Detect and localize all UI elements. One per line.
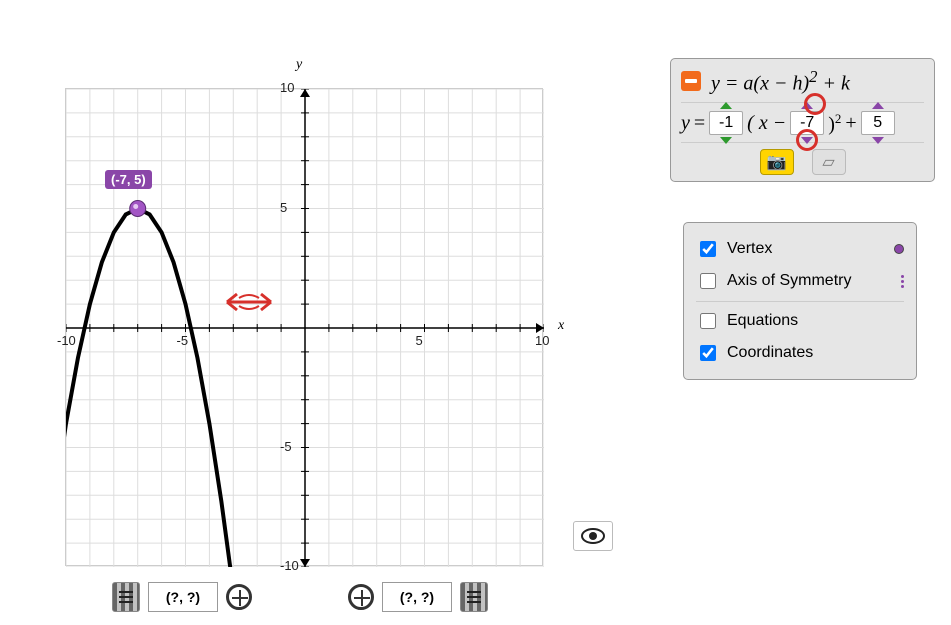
menu-icon — [118, 590, 134, 604]
eq-equals: = — [694, 112, 705, 135]
handle-left-icon[interactable] — [112, 582, 140, 612]
check-axis-input[interactable] — [700, 273, 716, 289]
target-right-icon[interactable] — [348, 584, 374, 610]
h-input[interactable] — [790, 111, 824, 135]
handle-right-icon[interactable] — [460, 582, 488, 612]
check-axis[interactable]: Axis of Symmetry — [696, 265, 904, 297]
check-coordinates[interactable]: Coordinates — [696, 337, 904, 369]
graph-canvas[interactable] — [65, 88, 543, 566]
equation-panel: y = a(x − h)2 + k y = ( x − )2 + 📷 — [670, 58, 935, 182]
check-vertex-input[interactable] — [700, 241, 716, 257]
a-input[interactable] — [709, 111, 743, 135]
x-tick-label: -5 — [177, 333, 189, 348]
eq-y: y — [681, 112, 690, 135]
eraser-button[interactable]: ▱ — [812, 149, 846, 175]
eq-close-sq: )2 — [828, 111, 841, 137]
check-coordinates-input[interactable] — [700, 345, 716, 361]
check-axis-label: Axis of Symmetry — [727, 272, 851, 290]
menu-icon — [466, 590, 482, 604]
collapse-icon[interactable] — [681, 71, 701, 91]
eq-open: ( x − — [747, 112, 786, 135]
check-equations[interactable]: Equations — [696, 301, 904, 337]
y-axis-label: y — [296, 57, 302, 73]
check-equations-input[interactable] — [700, 313, 716, 329]
capture-button[interactable]: 📷 — [760, 149, 794, 175]
k-step-up[interactable] — [872, 102, 884, 109]
k-input[interactable] — [861, 111, 895, 135]
x-axis-label: x — [558, 318, 564, 334]
vertex-swatch-icon — [894, 244, 904, 254]
axis-swatch-icon — [901, 275, 904, 288]
equation-template: y = a(x − h)2 + k — [711, 67, 850, 96]
y-tick-label: -10 — [280, 558, 299, 573]
x-tick-label: 10 — [535, 333, 549, 348]
a-step-down[interactable] — [720, 137, 732, 144]
a-step-up[interactable] — [720, 102, 732, 109]
eq-plus: + — [845, 112, 856, 135]
check-vertex-label: Vertex — [727, 240, 772, 258]
k-step-down[interactable] — [872, 137, 884, 144]
check-equations-label: Equations — [727, 312, 798, 330]
x-tick-label: 5 — [416, 333, 423, 348]
eye-icon — [581, 528, 605, 544]
target-left-icon[interactable] — [226, 584, 252, 610]
vertex-coordinate-badge: (-7, 5) — [105, 170, 152, 189]
equation-live-row: y = ( x − )2 + — [681, 102, 924, 144]
check-coordinates-label: Coordinates — [727, 344, 813, 362]
y-tick-label: 10 — [280, 80, 294, 95]
y-tick-label: 5 — [280, 200, 287, 215]
check-vertex[interactable]: Vertex — [696, 233, 904, 265]
x-tick-label: -10 — [57, 333, 76, 348]
display-options-panel: Vertex Axis of Symmetry Equations Coordi… — [683, 222, 917, 380]
drag-arrow-annotation — [219, 284, 279, 320]
h-step-down[interactable] — [801, 137, 813, 144]
eraser-icon: ▱ — [822, 152, 834, 172]
coord-box-left[interactable]: (?, ?) — [148, 582, 218, 612]
h-step-up[interactable] — [801, 102, 813, 109]
coord-box-right[interactable]: (?, ?) — [382, 582, 452, 612]
y-tick-label: -5 — [280, 439, 292, 454]
bottom-toolbar: (?, ?) (?, ?) — [112, 582, 488, 612]
visibility-button[interactable] — [573, 521, 613, 551]
camera-icon: 📷 — [767, 152, 787, 172]
